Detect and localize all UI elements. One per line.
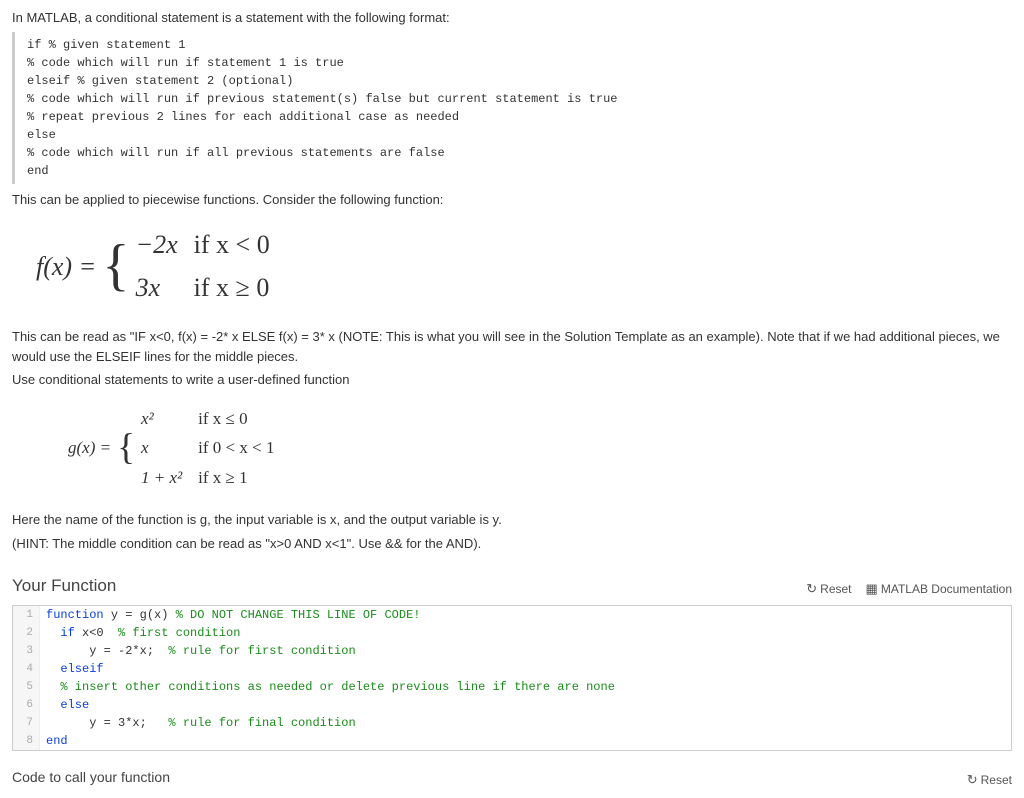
paragraph-piecewise: This can be applied to piecewise functio… — [12, 190, 1012, 210]
code-line[interactable]: end — [40, 732, 74, 750]
equation-f-lhs: f(x) = — [36, 223, 102, 309]
reset-button[interactable]: ↻Reset — [806, 579, 851, 599]
brace-icon: { — [102, 223, 135, 309]
code-line[interactable]: else — [40, 696, 95, 714]
line-number: 6 — [13, 696, 40, 714]
docs-icon: ▦ — [866, 579, 878, 599]
code-line[interactable]: if x<0 % first condition — [40, 624, 246, 642]
code-call-title: Code to call your function — [12, 767, 170, 788]
line-number: 8 — [13, 732, 40, 750]
intro-text: In MATLAB, a conditional statement is a … — [12, 8, 1012, 28]
code-line[interactable]: % insert other conditions as needed or d… — [40, 678, 621, 696]
equation-g: g(x) = { x²if x ≤ 0xif 0 < x < 11 + x²if… — [68, 404, 290, 493]
syntax-code-block: if % given statement 1 % code which will… — [12, 32, 1012, 184]
reset-icon: ↻ — [806, 579, 817, 599]
paragraph-vars: Here the name of the function is g, the … — [12, 510, 1012, 530]
line-number: 2 — [13, 624, 40, 642]
line-number: 5 — [13, 678, 40, 696]
code-line[interactable]: y = 3*x; % rule for final condition — [40, 714, 362, 732]
reset-button-2[interactable]: ↻Reset — [967, 770, 1012, 790]
equation-g-lhs: g(x) = — [68, 404, 117, 493]
paragraph-task: Use conditional statements to write a us… — [12, 370, 1012, 390]
code-line[interactable]: elseif — [40, 660, 110, 678]
equation-f: f(x) = { −2xif x < 03xif x ≥ 0 — [36, 223, 286, 309]
brace-icon: { — [117, 404, 141, 493]
reset-icon: ↻ — [967, 770, 978, 790]
code-line[interactable]: function y = g(x) % DO NOT CHANGE THIS L… — [40, 606, 426, 624]
paragraph-explain: This can be read as "IF x<0, f(x) = -2* … — [12, 327, 1012, 366]
your-function-title: Your Function — [12, 573, 116, 599]
line-number: 3 — [13, 642, 40, 660]
line-number: 7 — [13, 714, 40, 732]
code-editor[interactable]: 1function y = g(x) % DO NOT CHANGE THIS … — [12, 605, 1012, 751]
matlab-docs-link[interactable]: ▦MATLAB Documentation — [866, 579, 1012, 599]
line-number: 1 — [13, 606, 40, 624]
paragraph-hint: (HINT: The middle condition can be read … — [12, 534, 1012, 554]
line-number: 4 — [13, 660, 40, 678]
code-line[interactable]: y = -2*x; % rule for first condition — [40, 642, 362, 660]
